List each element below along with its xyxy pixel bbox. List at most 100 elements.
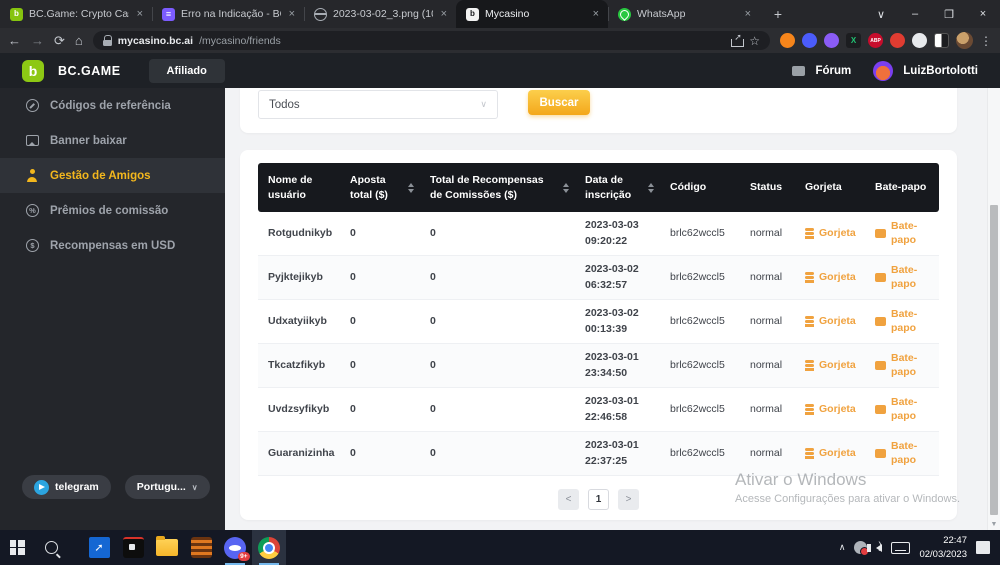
taskbar-app-wallet[interactable] [184,530,218,565]
excel-extension-icon[interactable]: X [846,33,861,48]
dollar-icon: $ [26,239,39,252]
tray-chevron-up-icon[interactable]: ∧ [839,542,846,553]
tip-link[interactable]: Gorjeta [795,222,865,246]
taskbar-file-explorer[interactable] [150,530,184,565]
tab-close-icon[interactable]: × [743,8,753,20]
tab-title: 2023-03-02_3.png (1024×76 [333,8,433,20]
sidebar-item-banner-download[interactable]: Banner baixar [0,123,225,158]
action-center-icon[interactable] [976,541,990,554]
taskbar-discord[interactable]: 9+ [218,530,252,565]
browser-profile-avatar[interactable] [956,32,973,49]
sort-icon[interactable] [563,183,569,193]
adblock-plus-extension-icon[interactable]: ABP [868,33,883,48]
tab-close-icon[interactable]: × [287,8,297,20]
tray-clock[interactable]: 22:47 02/03/2023 [919,534,967,562]
puzzle-extensions-icon[interactable] [912,33,927,48]
page-scrollbar[interactable]: ▼ [987,88,1000,530]
tray-volume-icon[interactable] [876,544,882,552]
affiliate-tab-button[interactable]: Afiliado [149,59,225,83]
filter-dropdown[interactable]: Todos ∨ [258,90,498,119]
sidebar-item-commission-rewards[interactable]: % Prêmios de comissão [0,193,225,228]
language-label: Portugu... [137,481,186,493]
user-avatar[interactable] [873,61,893,81]
scrollbar-down-arrow-icon[interactable]: ▼ [988,521,1000,528]
tray-network-icon[interactable] [854,541,867,554]
browser-tab-bcgame[interactable]: b BC.Game: Crypto Casino Gam × [0,0,152,28]
chat-bubble-icon [875,405,886,414]
contrast-extension-icon[interactable] [934,33,949,48]
forum-link[interactable]: Fórum [815,65,851,77]
friends-table-card: Nome de usuário Aposta total ($) Total d… [240,150,957,520]
coins-icon [805,228,814,239]
new-tab-button[interactable]: + [766,0,790,28]
taskbar-app-remote[interactable]: ➚ [82,530,116,565]
forward-icon[interactable]: → [31,34,44,47]
taskbar-search-button[interactable] [34,530,68,565]
col-commission-total[interactable]: Total de Recompensas de Comissões ($) [420,166,575,208]
browser-tab-mycasino-active[interactable]: b Mycasino × [456,0,608,28]
scrollbar-thumb[interactable] [990,205,998,515]
chat-link[interactable]: Bate-papo [865,215,939,252]
tab-close-icon[interactable]: × [135,8,145,20]
sidebar-item-usd-rewards[interactable]: $ Recompensas em USD [0,228,225,263]
taskbar-chrome-active[interactable] [252,530,286,565]
stop-hand-extension-icon[interactable] [890,33,905,48]
sort-icon[interactable] [648,183,654,193]
tip-link[interactable]: Gorjeta [795,310,865,334]
purple-wallet-extension-icon[interactable] [824,33,839,48]
metamask-extension-icon[interactable] [780,33,795,48]
cell-username: Guaranizinha [258,441,340,466]
chat-link[interactable]: Bate-papo [865,303,939,340]
chat-link[interactable]: Bate-papo [865,391,939,428]
chat-link[interactable]: Bate-papo [865,259,939,296]
start-button[interactable] [0,530,34,565]
chat-link[interactable]: Bate-papo [865,435,939,472]
home-icon[interactable]: ⌂ [75,34,83,47]
pagination-current-page[interactable]: 1 [588,489,609,510]
percent-icon: % [26,204,39,217]
tip-link[interactable]: Gorjeta [795,354,865,378]
browser-menu-icon[interactable]: ⋮ [980,34,992,48]
col-bet-total[interactable]: Aposta total ($) [340,166,420,208]
tray-keyboard-icon[interactable] [891,542,910,554]
language-selector[interactable]: Portugu... ∨ [125,475,210,499]
reload-icon[interactable]: ⟳ [54,34,65,47]
cell-commission-total: 0 [420,353,575,378]
col-chat: Bate-papo [865,173,939,201]
cell-commission-total: 0 [420,221,575,246]
browser-tab-png[interactable]: 2023-03-02_3.png (1024×76 × [304,0,456,28]
window-minimize-button[interactable]: – [898,8,932,20]
tab-search-chevron-icon[interactable]: ∨ [864,8,898,21]
chat-link[interactable]: Bate-papo [865,347,939,384]
user-name[interactable]: LuizBortolotti [903,65,978,77]
browser-tab-erro-indicacao[interactable]: ≡ Erro na Indicação - BC.Game × [152,0,304,28]
col-signup-date[interactable]: Data de inscrição [575,166,660,208]
telegram-button[interactable]: telegram [22,475,111,499]
tip-link[interactable]: Gorjeta [795,266,865,290]
tip-link[interactable]: Gorjeta [795,442,865,466]
address-bar[interactable]: mycasino.bc.ai /mycasino/friends ☆ [93,31,770,50]
window-maximize-button[interactable]: ❐ [932,8,966,21]
windows-taskbar: ➚ 9+ ∧ 22:47 02/03/2023 [0,530,1000,565]
sidebar-item-referral-codes[interactable]: Códigos de referência [0,88,225,123]
bookmark-star-icon[interactable]: ☆ [749,34,760,48]
share-icon[interactable] [731,35,743,47]
pagination-prev-button[interactable]: < [558,489,579,510]
bcgame-logo[interactable]: b [22,60,44,82]
tab-close-icon[interactable]: × [439,8,449,20]
sidebar-item-friends-management[interactable]: Gestão de Amigos [0,158,225,193]
taskbar-app-game[interactable] [116,530,150,565]
search-button[interactable]: Buscar [528,90,590,115]
cell-signup-date: 2023-03-0123:34:50 [575,345,660,385]
tip-link[interactable]: Gorjeta [795,398,865,422]
tab-close-icon[interactable]: × [591,8,601,20]
blue-wallet-extension-icon[interactable] [802,33,817,48]
cell-bet-total: 0 [340,397,420,422]
back-icon[interactable]: ← [8,34,21,47]
browser-tab-whatsapp[interactable]: WhatsApp × [608,0,760,28]
window-close-button[interactable]: × [966,8,1000,20]
sort-icon[interactable] [408,183,414,193]
cell-username: Rotgudnikyb [258,221,340,246]
browser-tab-strip: b BC.Game: Crypto Casino Gam × ≡ Erro na… [0,0,1000,28]
pagination-next-button[interactable]: > [618,489,639,510]
